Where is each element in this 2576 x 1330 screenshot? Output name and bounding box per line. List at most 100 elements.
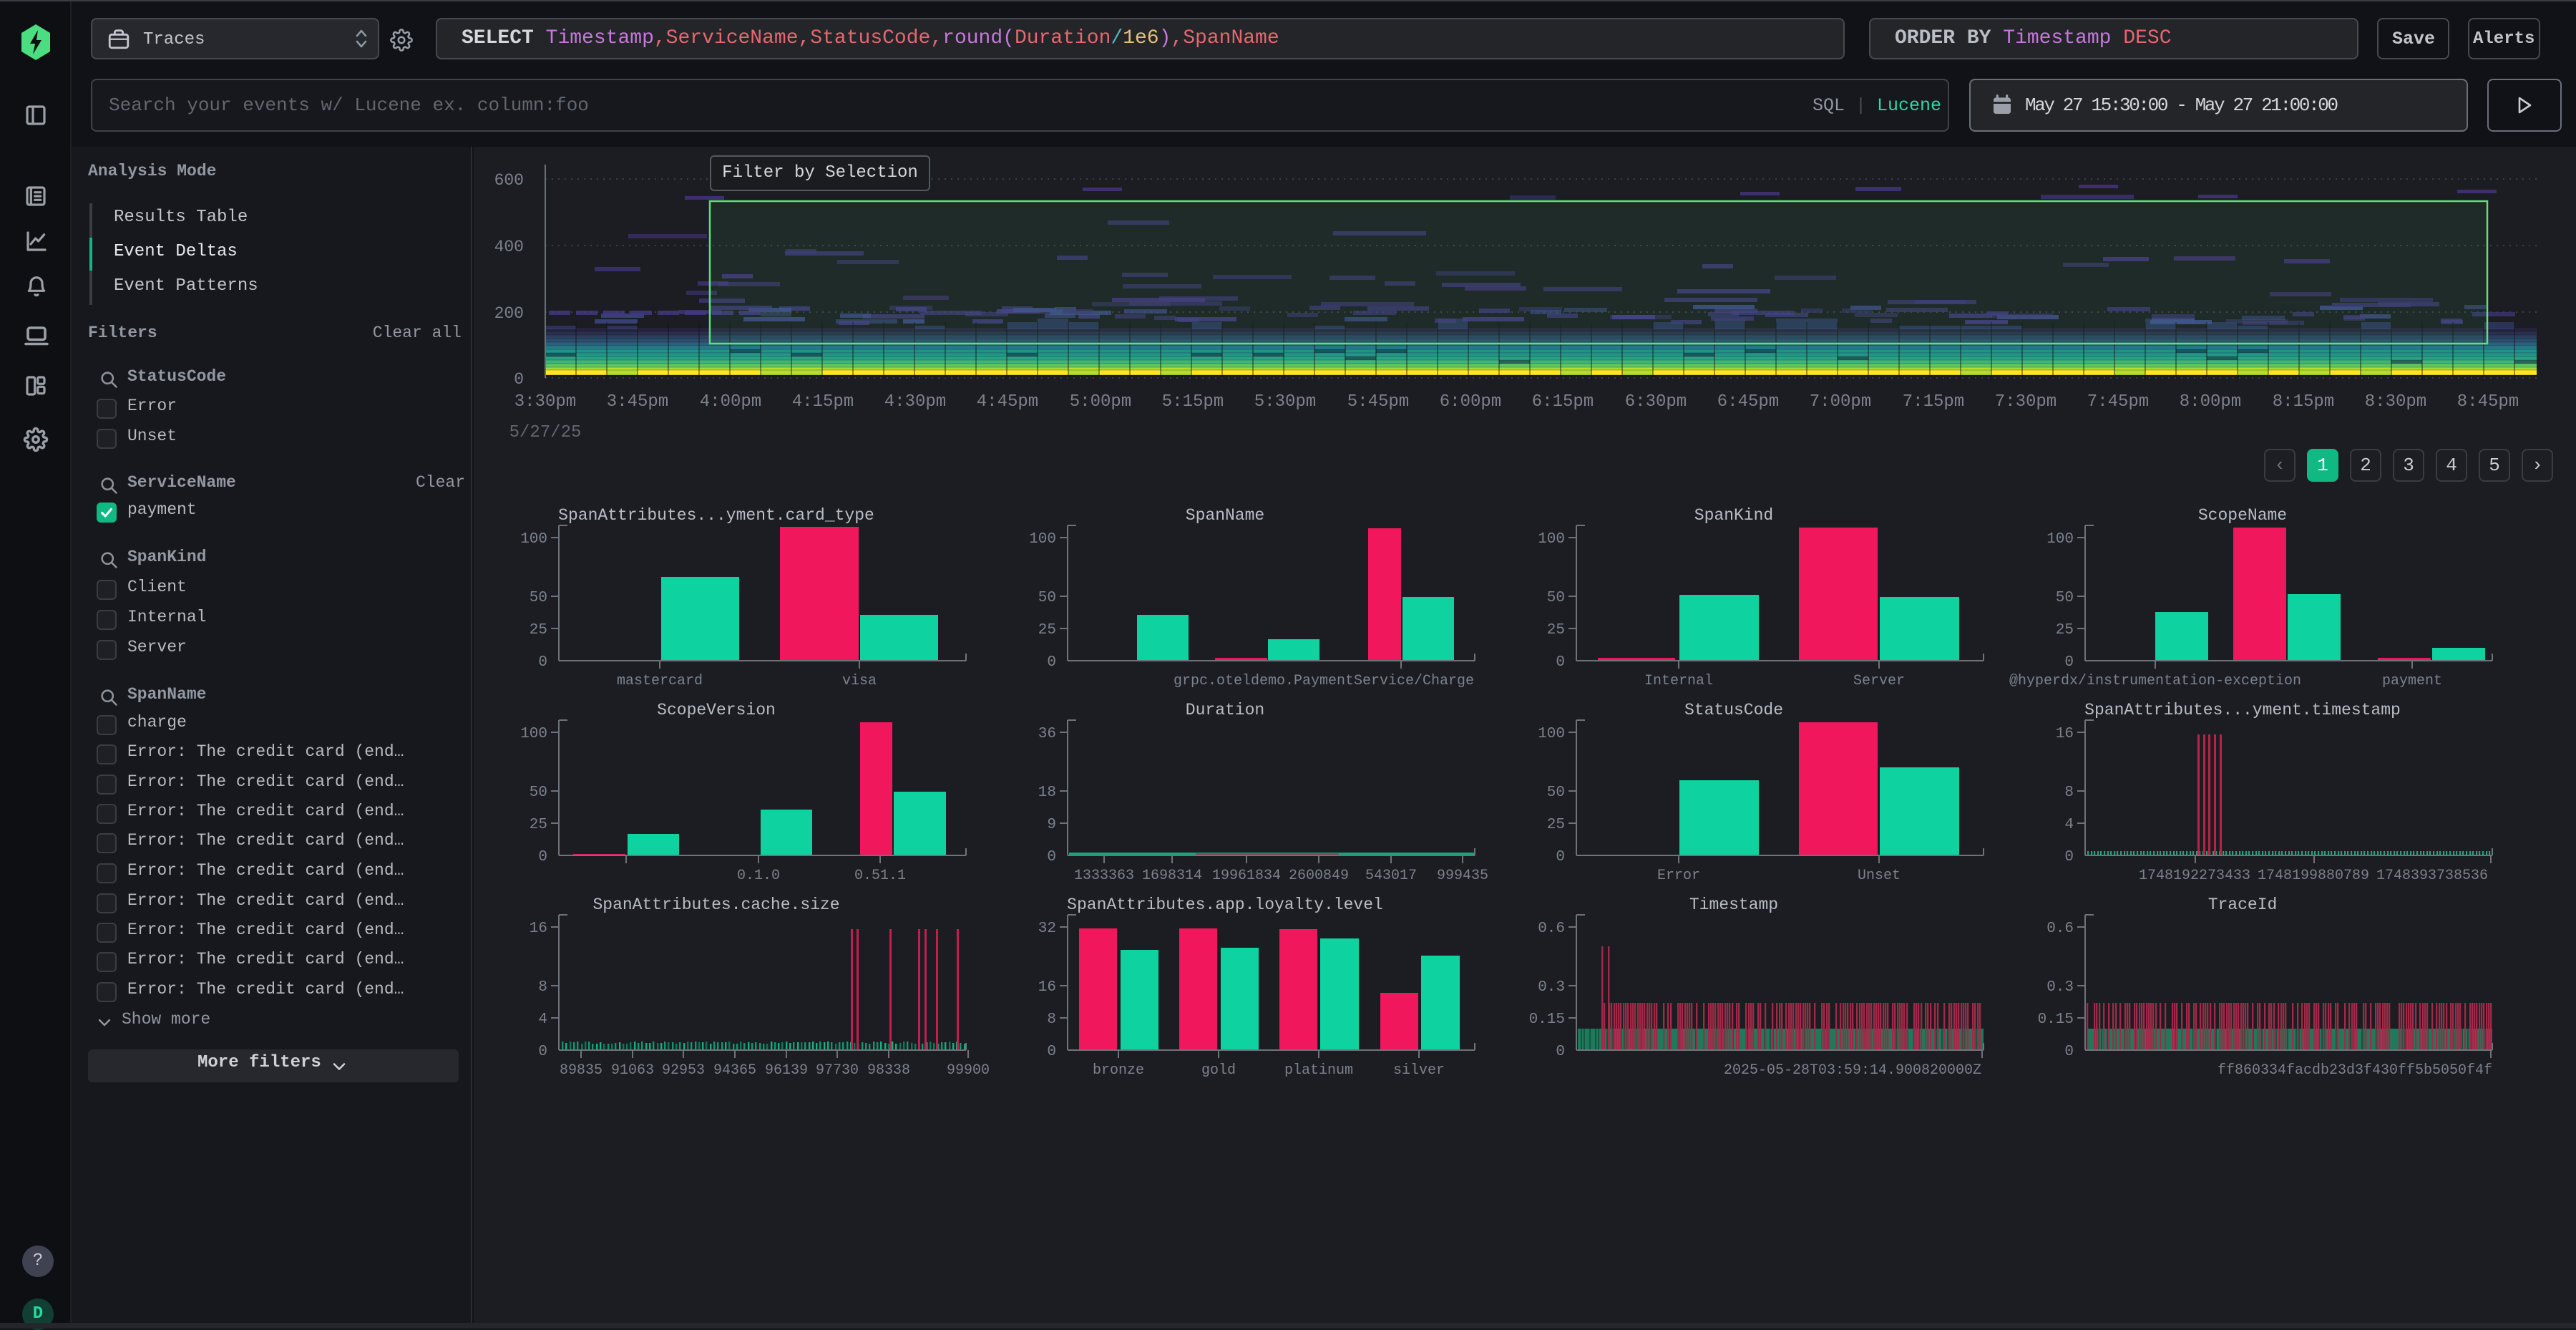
svg-text:4:45pm: 4:45pm bbox=[977, 392, 1038, 412]
svg-text:2600849: 2600849 bbox=[1289, 868, 1349, 884]
svg-text:89835: 89835 bbox=[560, 1062, 602, 1079]
svg-text:5:30pm: 5:30pm bbox=[1254, 392, 1316, 412]
svg-text:16: 16 bbox=[1038, 979, 1056, 996]
svg-text:100: 100 bbox=[2046, 531, 2074, 548]
svg-text:SpanKind: SpanKind bbox=[1694, 506, 1773, 525]
svg-text:StatusCode: StatusCode bbox=[1684, 701, 1783, 719]
svg-text:18: 18 bbox=[1038, 785, 1056, 801]
svg-text:0: 0 bbox=[1047, 654, 1056, 671]
svg-text:1698314: 1698314 bbox=[1142, 868, 1202, 884]
svg-text:@hyperdx/instrumentation-excep: @hyperdx/instrumentation-exception bbox=[2009, 673, 2301, 689]
svg-text:0: 0 bbox=[1556, 849, 1565, 865]
svg-text:8:15pm: 8:15pm bbox=[2273, 392, 2334, 412]
svg-text:1748192273433: 1748192273433 bbox=[2139, 868, 2250, 884]
svg-text:98338: 98338 bbox=[867, 1062, 910, 1079]
svg-text:96139: 96139 bbox=[765, 1062, 808, 1079]
svg-text:19961834: 19961834 bbox=[1212, 868, 1281, 884]
svg-text:0: 0 bbox=[2064, 654, 2074, 671]
svg-text:0: 0 bbox=[2064, 849, 2074, 865]
svg-text:Error: Error bbox=[1657, 868, 1700, 884]
svg-text:7:30pm: 7:30pm bbox=[1995, 392, 2057, 412]
svg-text:0: 0 bbox=[1556, 654, 1565, 671]
svg-text:3:30pm: 3:30pm bbox=[514, 392, 576, 412]
svg-text:8:45pm: 8:45pm bbox=[2457, 392, 2519, 412]
svg-text:0.6: 0.6 bbox=[1538, 921, 1565, 937]
svg-text:0: 0 bbox=[1047, 849, 1056, 865]
svg-text:mastercard: mastercard bbox=[617, 673, 703, 689]
svg-text:0.1.0: 0.1.0 bbox=[737, 868, 780, 884]
svg-text:6:45pm: 6:45pm bbox=[1717, 392, 1779, 412]
svg-text:100: 100 bbox=[1538, 726, 1565, 742]
svg-text:0.3: 0.3 bbox=[2046, 979, 2074, 996]
svg-text:8:30pm: 8:30pm bbox=[2365, 392, 2426, 412]
svg-text:0.15: 0.15 bbox=[2038, 1011, 2074, 1028]
svg-text:543017: 543017 bbox=[1365, 868, 1417, 884]
svg-text:4:30pm: 4:30pm bbox=[884, 392, 946, 412]
svg-text:200: 200 bbox=[494, 304, 524, 323]
svg-text:91063: 91063 bbox=[611, 1062, 654, 1079]
svg-text:50: 50 bbox=[530, 590, 547, 606]
svg-text:5:15pm: 5:15pm bbox=[1162, 392, 1224, 412]
svg-text:0: 0 bbox=[1556, 1044, 1565, 1060]
svg-text:50: 50 bbox=[530, 785, 547, 801]
svg-text:5:00pm: 5:00pm bbox=[1070, 392, 1131, 412]
svg-text:7:00pm: 7:00pm bbox=[1810, 392, 1871, 412]
svg-text:1333363: 1333363 bbox=[1074, 868, 1134, 884]
svg-text:25: 25 bbox=[530, 622, 547, 639]
svg-text:Server: Server bbox=[1853, 673, 1905, 689]
svg-text:ScopeVersion: ScopeVersion bbox=[657, 701, 776, 719]
svg-text:16: 16 bbox=[530, 921, 547, 937]
svg-text:32: 32 bbox=[1038, 921, 1056, 937]
svg-text:5/27/25: 5/27/25 bbox=[509, 423, 582, 442]
svg-text:4: 4 bbox=[538, 1011, 547, 1028]
svg-text:SpanAttributes...yment.timesta: SpanAttributes...yment.timestamp bbox=[2084, 701, 2401, 719]
svg-text:9: 9 bbox=[1047, 817, 1056, 833]
svg-text:100: 100 bbox=[520, 531, 547, 548]
svg-text:0: 0 bbox=[2064, 1044, 2074, 1060]
svg-text:7:45pm: 7:45pm bbox=[2087, 392, 2149, 412]
svg-text:bronze: bronze bbox=[1093, 1062, 1144, 1079]
svg-text:94365: 94365 bbox=[713, 1062, 756, 1079]
svg-text:999435: 999435 bbox=[1437, 868, 1488, 884]
svg-text:Unset: Unset bbox=[1858, 868, 1901, 884]
svg-text:0.3: 0.3 bbox=[1538, 979, 1565, 996]
svg-text:25: 25 bbox=[1547, 622, 1565, 639]
svg-text:0: 0 bbox=[538, 654, 547, 671]
svg-text:SpanName: SpanName bbox=[1186, 506, 1264, 525]
svg-text:100: 100 bbox=[520, 726, 547, 742]
svg-text:8: 8 bbox=[538, 979, 547, 996]
svg-text:5:45pm: 5:45pm bbox=[1347, 392, 1409, 412]
svg-text:0.51.1: 0.51.1 bbox=[854, 868, 906, 884]
svg-text:6:00pm: 6:00pm bbox=[1440, 392, 1501, 412]
svg-text:grpc.oteldemo.PaymentService/C: grpc.oteldemo.PaymentService/Charge bbox=[1174, 673, 1474, 689]
svg-text:1748199880789: 1748199880789 bbox=[2258, 868, 2369, 884]
svg-text:6:15pm: 6:15pm bbox=[1532, 392, 1594, 412]
svg-text:97730: 97730 bbox=[816, 1062, 859, 1079]
svg-text:100: 100 bbox=[1029, 531, 1056, 548]
svg-text:0: 0 bbox=[538, 849, 547, 865]
svg-text:100: 100 bbox=[1538, 531, 1565, 548]
svg-text:4: 4 bbox=[2064, 817, 2074, 833]
svg-text:4:15pm: 4:15pm bbox=[792, 392, 854, 412]
svg-text:2025-05-28T03:59:14.900820000Z: 2025-05-28T03:59:14.900820000Z bbox=[1724, 1062, 1981, 1079]
svg-text:0.15: 0.15 bbox=[1529, 1011, 1565, 1028]
svg-text:4:00pm: 4:00pm bbox=[700, 392, 761, 412]
svg-text:Internal: Internal bbox=[1644, 673, 1713, 689]
svg-text:8: 8 bbox=[2064, 785, 2074, 801]
svg-text:ScopeName: ScopeName bbox=[2198, 506, 2287, 525]
svg-text:SpanAttributes...yment.card_ty: SpanAttributes...yment.card_type bbox=[558, 506, 874, 525]
svg-text:Timestamp: Timestamp bbox=[1689, 895, 1778, 914]
svg-text:50: 50 bbox=[1547, 785, 1565, 801]
svg-text:50: 50 bbox=[1547, 590, 1565, 606]
svg-text:25: 25 bbox=[1547, 817, 1565, 833]
svg-text:600: 600 bbox=[494, 171, 524, 190]
svg-text:payment: payment bbox=[2382, 673, 2442, 689]
svg-text:ff860334facdb23d3f430ff5b5050f: ff860334facdb23d3f430ff5b5050f4f bbox=[2218, 1062, 2492, 1079]
svg-text:36: 36 bbox=[1038, 726, 1056, 742]
svg-text:SpanAttributes.app.loyalty.lev: SpanAttributes.app.loyalty.level bbox=[1067, 895, 1383, 914]
svg-text:50: 50 bbox=[2056, 590, 2074, 606]
svg-text:TraceId: TraceId bbox=[2208, 895, 2278, 914]
svg-text:0: 0 bbox=[538, 1044, 547, 1060]
svg-text:gold: gold bbox=[1201, 1062, 1236, 1079]
svg-text:50: 50 bbox=[1038, 590, 1056, 606]
